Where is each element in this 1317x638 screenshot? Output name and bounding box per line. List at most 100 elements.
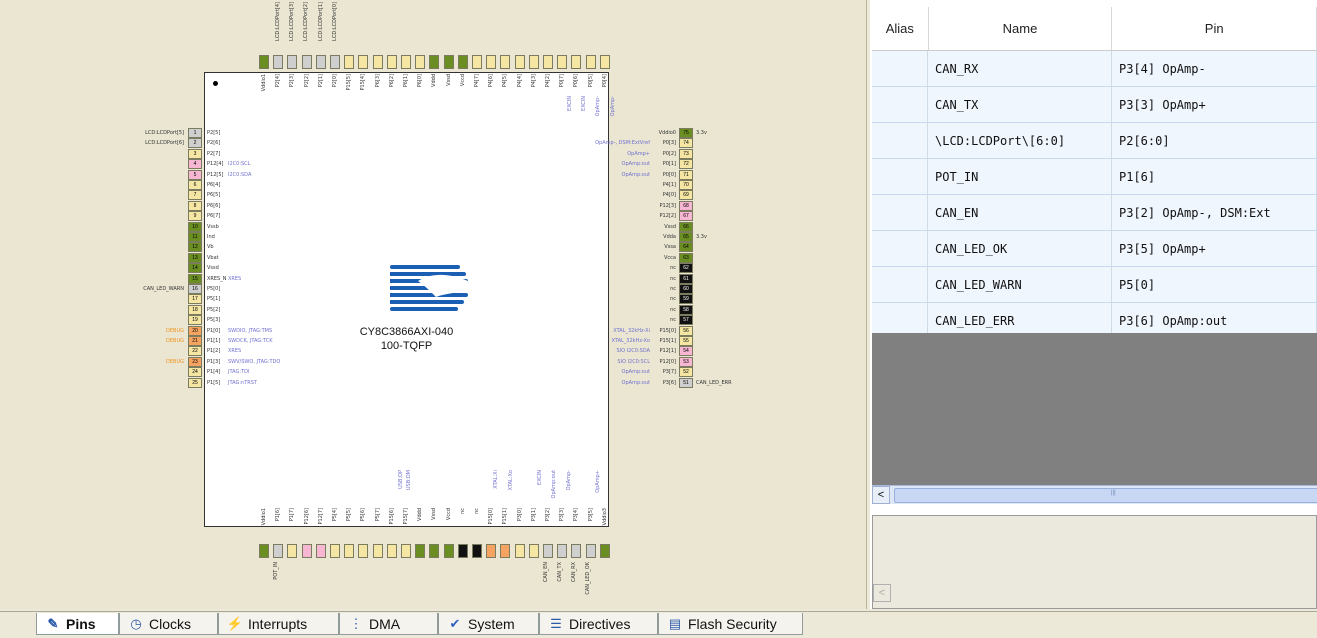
pin-5[interactable]: 5: [188, 169, 202, 180]
pin-36[interactable]: [401, 544, 411, 558]
tab-directives[interactable]: ☰ Directives: [539, 613, 658, 635]
alias-cell[interactable]: [872, 267, 928, 302]
pin-40[interactable]: [457, 544, 468, 558]
pin-9[interactable]: 9: [188, 211, 202, 222]
pin-7[interactable]: 7: [188, 190, 202, 201]
tab-interrupts[interactable]: ⚡ Interrupts: [218, 613, 339, 635]
pin-43[interactable]: [500, 544, 511, 558]
pin-4[interactable]: 4: [188, 159, 202, 170]
pin-100[interactable]: [259, 55, 269, 69]
pin-76[interactable]: [599, 55, 610, 69]
pin-59[interactable]: 59: [679, 294, 693, 305]
pin-24[interactable]: 24: [188, 367, 202, 378]
pin-92[interactable]: [372, 55, 383, 69]
pin-1[interactable]: 1: [188, 128, 202, 138]
pin-19[interactable]: 19: [188, 315, 202, 326]
header-pin[interactable]: Pin: [1112, 7, 1317, 50]
pin-31[interactable]: [330, 544, 340, 558]
pin-29[interactable]: [301, 544, 312, 558]
pin-37[interactable]: [415, 544, 426, 558]
pin-73[interactable]: 73: [679, 148, 693, 159]
pin-26[interactable]: [259, 544, 269, 558]
pin-41[interactable]: [472, 544, 482, 558]
pin-17[interactable]: 17: [188, 294, 202, 305]
pin-52[interactable]: 52: [679, 367, 693, 378]
pin-94[interactable]: [344, 55, 355, 69]
tab-pins[interactable]: ✎ Pins: [36, 613, 119, 635]
alias-cell[interactable]: [872, 51, 928, 86]
pin-62[interactable]: 62: [679, 263, 693, 274]
pin-58[interactable]: 58: [679, 304, 693, 315]
table-row[interactable]: CAN_LED_WARN P5[0]: [872, 267, 1317, 303]
pin-96[interactable]: [315, 55, 326, 69]
pin-33[interactable]: [358, 544, 369, 558]
scroll-thumb[interactable]: [894, 488, 1317, 503]
pin-13[interactable]: 13: [188, 252, 202, 263]
pin-16[interactable]: 16: [188, 284, 202, 294]
pin-12[interactable]: 12: [188, 242, 202, 253]
alias-cell[interactable]: [872, 123, 928, 158]
name-cell[interactable]: CAN_LED_OK: [928, 231, 1112, 266]
pin-44[interactable]: [514, 544, 525, 558]
pin-88[interactable]: [429, 55, 440, 69]
table-row[interactable]: \LCD:LCDPort\[6:0] P2[6:0]: [872, 123, 1317, 159]
pin-38[interactable]: [429, 544, 440, 558]
pin-69[interactable]: 69: [679, 190, 693, 201]
name-cell[interactable]: CAN_TX: [928, 87, 1112, 122]
pin-93[interactable]: [358, 55, 369, 69]
pin-57[interactable]: 57: [679, 315, 693, 326]
pin-86[interactable]: [457, 55, 468, 69]
pin-cell[interactable]: P2[6:0]: [1112, 123, 1317, 158]
pin-50[interactable]: [599, 544, 610, 558]
pin-diagram-canvas[interactable]: CY8C3866AXI-040 100-TQFP 1 P2[5] LCD:LCDPo…: [0, 0, 867, 609]
tab-clocks[interactable]: ◷ Clocks: [119, 613, 218, 635]
pin-74[interactable]: 74: [679, 138, 693, 149]
pin-99[interactable]: [273, 55, 284, 69]
pin-27[interactable]: [273, 544, 284, 558]
pin-77[interactable]: [585, 55, 596, 69]
name-cell[interactable]: POT_IN: [928, 159, 1112, 194]
name-cell[interactable]: CAN_RX: [928, 51, 1112, 86]
pin-cell[interactable]: P1[6]: [1112, 159, 1317, 194]
pin-64[interactable]: 64: [679, 242, 693, 253]
pin-60[interactable]: 60: [679, 284, 693, 294]
pin-75[interactable]: 75: [679, 128, 693, 138]
pin-95[interactable]: [330, 55, 340, 69]
pin-28[interactable]: [287, 544, 298, 558]
pin-79[interactable]: [557, 55, 568, 69]
pin-83[interactable]: [500, 55, 511, 69]
pin-61[interactable]: 61: [679, 273, 693, 284]
pin-10[interactable]: 10: [188, 221, 202, 232]
pin-25[interactable]: 25: [188, 377, 202, 388]
pin-14[interactable]: 14: [188, 263, 202, 274]
pin-21[interactable]: 21: [188, 336, 202, 346]
pin-54[interactable]: 54: [679, 346, 693, 357]
pin-30[interactable]: [315, 544, 326, 558]
pin-39[interactable]: [443, 544, 454, 558]
pin-20[interactable]: 20: [188, 325, 202, 336]
pin-81[interactable]: [528, 55, 539, 69]
name-cell[interactable]: \LCD:LCDPort\[6:0]: [928, 123, 1112, 158]
pin-23[interactable]: 23: [188, 356, 202, 367]
header-alias[interactable]: Alias: [872, 7, 929, 50]
pin-cell[interactable]: P3[4] OpAmp-: [1112, 51, 1317, 86]
pin-cell[interactable]: P5[0]: [1112, 267, 1317, 302]
pin-89[interactable]: [415, 55, 426, 69]
pin-71[interactable]: 71: [679, 169, 693, 180]
details-scroll-left-button[interactable]: <: [873, 584, 891, 602]
pin-15[interactable]: 15: [188, 273, 202, 284]
pin-18[interactable]: 18: [188, 304, 202, 315]
alias-cell[interactable]: [872, 87, 928, 122]
pin-70[interactable]: 70: [679, 180, 693, 190]
pin-55[interactable]: 55: [679, 336, 693, 346]
pin-98[interactable]: [287, 55, 298, 69]
pin-22[interactable]: 22: [188, 346, 202, 357]
pin-85[interactable]: [472, 55, 482, 69]
pin-63[interactable]: 63: [679, 252, 693, 263]
pin-72[interactable]: 72: [679, 159, 693, 170]
pin-32[interactable]: [344, 544, 355, 558]
tab-dma[interactable]: ⋮ DMA: [339, 613, 438, 635]
pin-51[interactable]: 51: [679, 377, 693, 388]
pin-cell[interactable]: P3[3] OpAmp+: [1112, 87, 1317, 122]
pin-cell[interactable]: P3[2] OpAmp-, DSM:Ext: [1112, 195, 1317, 230]
